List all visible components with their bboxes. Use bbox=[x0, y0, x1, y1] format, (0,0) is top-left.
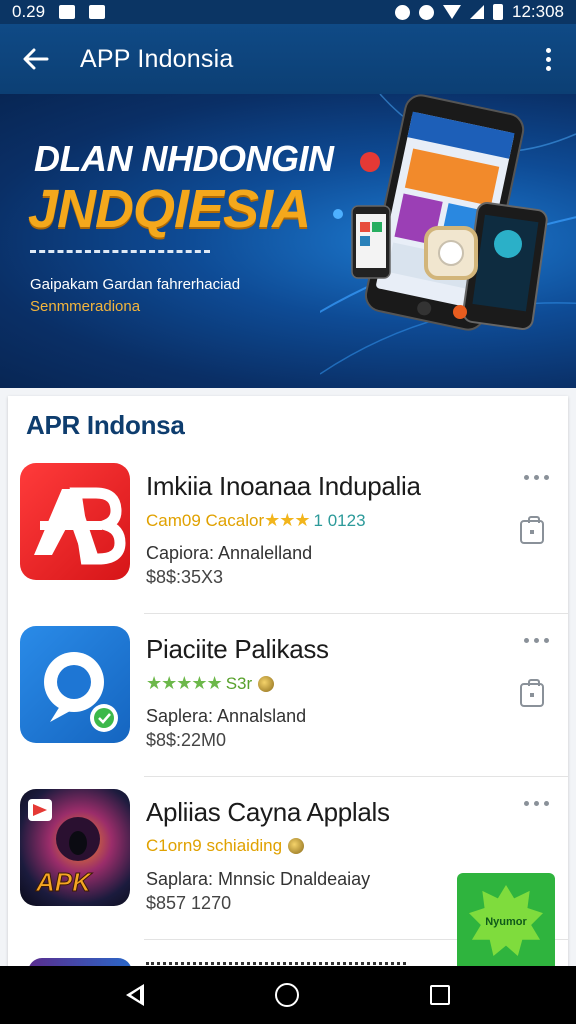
star-rating-icon: ★★★ bbox=[264, 510, 310, 530]
star-rating-icon: ★★★★★ bbox=[146, 673, 223, 693]
app-bar-title: APP Indonsia bbox=[80, 44, 234, 73]
app-list-item[interactable]: Piaciite Palikass ★★★★★ S3r Saplera: Ann… bbox=[8, 614, 568, 777]
nav-recents-icon[interactable] bbox=[430, 985, 451, 1005]
screen: 0.29 12:308 APP Indonsia DLAN NHDONGIN J… bbox=[0, 0, 576, 1024]
arrow-left-icon bbox=[23, 48, 49, 70]
notification-icon bbox=[59, 5, 76, 19]
app-icon-apk: APK bbox=[20, 789, 130, 906]
app-category: Saplara: Mnnsic Dnaldeaiay bbox=[146, 869, 371, 889]
battery-icon bbox=[493, 4, 503, 20]
app-list-item[interactable]: Imkiia Inoanaa Indupalia Cam09 Cacalor ★… bbox=[8, 451, 568, 614]
install-bag-icon[interactable] bbox=[520, 679, 544, 707]
more-vert-icon bbox=[545, 47, 551, 53]
system-nav-bar bbox=[0, 966, 576, 1024]
more-options-button[interactable] bbox=[520, 24, 576, 94]
mute-icon bbox=[395, 4, 410, 20]
phones-illustration bbox=[320, 94, 576, 375]
more-dots-icon bbox=[523, 801, 529, 806]
promo-banner[interactable]: DLAN NHDONGIN JNDQIESIA Gaipakam Gardan … bbox=[0, 94, 576, 388]
app-name: Apliias Cayna Applals bbox=[146, 797, 390, 827]
status-clock: 12:308 bbox=[512, 2, 564, 21]
banner-subtitle: Gaipakam Gardan fahrerhaciad bbox=[30, 276, 241, 293]
section-title: APR Indonsa bbox=[26, 410, 185, 440]
app-name: Imkiia Inoanaa Indupalia bbox=[146, 471, 421, 501]
app-size: $857 1270 bbox=[146, 893, 232, 913]
rating-label: C1orn9 schiaiding bbox=[146, 836, 283, 855]
app-category: Capiora: Annalelland bbox=[146, 543, 313, 563]
row-more-button[interactable] bbox=[522, 475, 550, 495]
nav-home-icon[interactable] bbox=[274, 983, 299, 1007]
rating-label: S3r bbox=[225, 673, 253, 693]
badge-icon bbox=[288, 838, 305, 854]
app-name: Piaciite Palikass bbox=[146, 634, 329, 664]
banner-title: JNDQIESIA bbox=[28, 179, 311, 239]
app-rating: Cam09 Cacalor ★★★ 1 0123 bbox=[146, 510, 366, 531]
app-size: $8$:35X3 bbox=[146, 567, 224, 587]
app-rating: C1orn9 schiaiding bbox=[146, 836, 305, 856]
promo-badge-label: Nyumor bbox=[485, 916, 527, 928]
signal-icon bbox=[470, 5, 484, 19]
app-size: $8$:22M0 bbox=[146, 730, 227, 750]
status-bar: 0.29 12:308 bbox=[0, 0, 576, 24]
banner-headline: DLAN NHDONGIN bbox=[34, 138, 334, 179]
wifi-icon bbox=[443, 5, 461, 19]
rating-count: 1 0123 bbox=[313, 510, 366, 530]
app-rating: ★★★★★ S3r bbox=[146, 673, 275, 694]
more-dots-icon bbox=[523, 638, 529, 643]
rating-label: Cam09 Cacalor bbox=[146, 510, 265, 530]
app-icon-ab bbox=[20, 463, 130, 580]
more-dots-icon bbox=[523, 475, 529, 480]
status-time: 0.29 bbox=[12, 2, 46, 21]
app-bar: APP Indonsia bbox=[0, 24, 576, 94]
promo-badge[interactable]: Nyumor bbox=[457, 873, 555, 971]
install-bag-icon[interactable] bbox=[520, 516, 544, 544]
alarm-icon bbox=[419, 4, 434, 20]
app-icon-chat bbox=[20, 626, 130, 743]
row-more-button[interactable] bbox=[522, 801, 550, 821]
mail-icon bbox=[89, 5, 106, 19]
banner-divider bbox=[30, 250, 210, 253]
banner-tagline: Senmmeradiona bbox=[30, 298, 141, 315]
nav-back-icon[interactable] bbox=[125, 984, 144, 1006]
back-button[interactable] bbox=[0, 24, 72, 94]
app-category: Saplera: Annalsland bbox=[146, 706, 307, 726]
badge-icon bbox=[258, 675, 275, 692]
row-more-button[interactable] bbox=[522, 638, 550, 658]
svg-text:APK: APK bbox=[35, 867, 93, 897]
